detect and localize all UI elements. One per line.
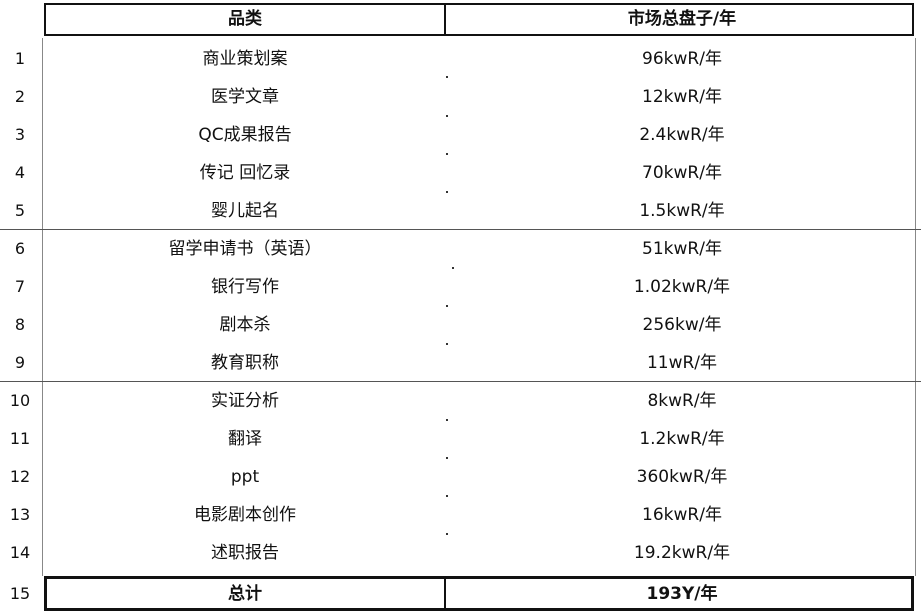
category-cell[interactable]: 电影剧本创作 [44,496,446,534]
category-cell[interactable]: 教育职称 [44,344,446,382]
total-row: 15 总计 193Y/年 [0,575,921,613]
row-number: 5 [14,201,26,220]
header-row-number [0,0,40,38]
spreadsheet-table: 品类 市场总盘子/年 1 商业策划案 96kwR/年 2 医学文章 12kwR/… [0,0,921,613]
header-row: 品类 市场总盘子/年 [0,0,921,38]
category-cell[interactable]: 婴儿起名 [44,192,446,230]
table-row: 9 教育职称 11wR/年 [0,344,921,382]
category-cell[interactable]: 商业策划案 [44,40,446,78]
table-row: 4 传记 回忆录 70kwR/年 [0,154,921,192]
table-row: 10 实证分析 8kwR/年 [0,382,921,420]
row-number: 11 [9,429,31,448]
table-row: 7 银行写作 1.02kwR/年 [0,268,921,306]
row-number: 8 [14,315,26,334]
market-cell[interactable]: 96kwR/年 [446,40,918,78]
row-number: 3 [14,125,26,144]
total-label-cell[interactable]: 总计 [44,575,446,613]
row-number: 4 [14,163,26,182]
market-cell[interactable]: 360kwR/年 [446,458,918,496]
row-number: 2 [14,87,26,106]
table-row: 5 婴儿起名 1.5kwR/年 [0,192,921,230]
market-cell[interactable]: 256kw/年 [446,306,918,344]
row-number: 10 [9,391,31,410]
row-number: 14 [9,543,31,562]
table-row: 3 QC成果报告 2.4kwR/年 [0,116,921,154]
market-cell[interactable]: 12kwR/年 [446,78,918,116]
table-row: 13 电影剧本创作 16kwR/年 [0,496,921,534]
market-cell[interactable]: 19.2kwR/年 [446,534,918,572]
total-value-cell[interactable]: 193Y/年 [446,575,918,613]
header-category[interactable]: 品类 [44,0,446,38]
row-number: 15 [9,584,31,603]
market-cell[interactable]: 51kwR/年 [446,230,918,268]
row-number: 1 [14,49,26,68]
market-cell[interactable]: 8kwR/年 [446,382,918,420]
row-number: 12 [9,467,31,486]
market-cell[interactable]: 1.2kwR/年 [446,420,918,458]
category-cell[interactable]: 留学申请书（英语） [44,230,446,268]
row-number: 9 [14,353,26,372]
table-row: 2 医学文章 12kwR/年 [0,78,921,116]
market-cell[interactable]: 70kwR/年 [446,154,918,192]
market-cell[interactable]: 11wR/年 [446,344,918,382]
row-number: 7 [14,277,26,296]
category-cell[interactable]: 医学文章 [44,78,446,116]
category-cell[interactable]: 传记 回忆录 [44,154,446,192]
row-number: 6 [14,239,26,258]
table-row: 14 述职报告 19.2kwR/年 [0,534,921,572]
category-cell[interactable]: QC成果报告 [44,116,446,154]
table-row: 12 ppt 360kwR/年 [0,458,921,496]
category-cell[interactable]: ppt [44,458,446,496]
row-number: 13 [9,505,31,524]
category-cell[interactable]: 剧本杀 [44,306,446,344]
category-cell[interactable]: 述职报告 [44,534,446,572]
table-row: 8 剧本杀 256kw/年 [0,306,921,344]
table-row: 11 翻译 1.2kwR/年 [0,420,921,458]
category-cell[interactable]: 翻译 [44,420,446,458]
market-cell[interactable]: 16kwR/年 [446,496,918,534]
table-row: 1 商业策划案 96kwR/年 [0,40,921,78]
market-cell[interactable]: 1.02kwR/年 [446,268,918,306]
header-market-size[interactable]: 市场总盘子/年 [446,0,918,38]
category-cell[interactable]: 实证分析 [44,382,446,420]
table-row: 6 留学申请书（英语） 51kwR/年 [0,230,921,268]
category-cell[interactable]: 银行写作 [44,268,446,306]
market-cell[interactable]: 2.4kwR/年 [446,116,918,154]
market-cell[interactable]: 1.5kwR/年 [446,192,918,230]
